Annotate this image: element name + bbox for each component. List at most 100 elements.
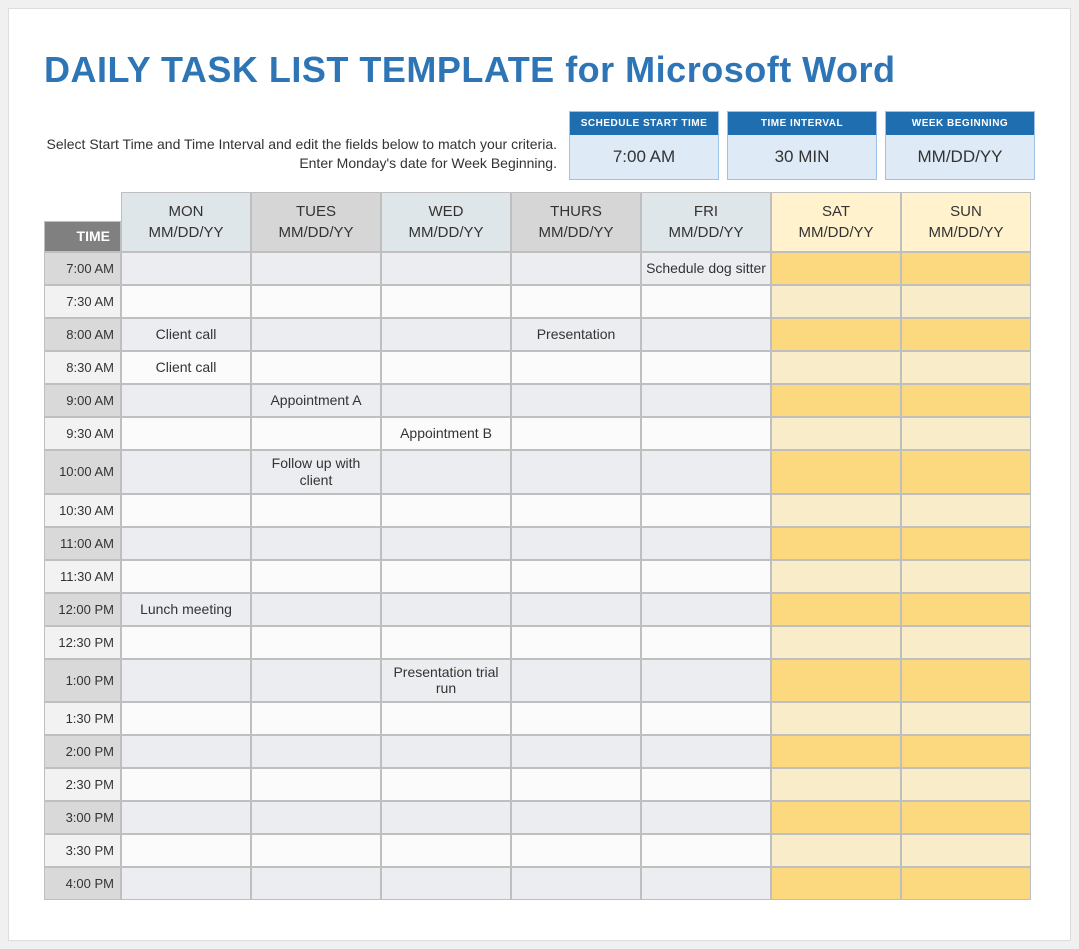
schedule-cell[interactable] bbox=[641, 834, 771, 867]
schedule-cell[interactable] bbox=[641, 626, 771, 659]
schedule-cell[interactable] bbox=[771, 659, 901, 703]
schedule-cell[interactable] bbox=[771, 626, 901, 659]
schedule-cell[interactable] bbox=[251, 351, 381, 384]
schedule-cell[interactable] bbox=[511, 801, 641, 834]
schedule-cell[interactable] bbox=[901, 417, 1031, 450]
schedule-cell[interactable]: Lunch meeting bbox=[121, 593, 251, 626]
schedule-cell[interactable] bbox=[901, 626, 1031, 659]
schedule-cell[interactable] bbox=[511, 252, 641, 285]
schedule-cell[interactable] bbox=[511, 285, 641, 318]
schedule-cell[interactable] bbox=[901, 351, 1031, 384]
schedule-cell[interactable] bbox=[641, 867, 771, 900]
day-header-wed[interactable]: WEDMM/DD/YY bbox=[381, 192, 511, 252]
schedule-cell[interactable]: Presentation trial run bbox=[381, 659, 511, 703]
schedule-cell[interactable] bbox=[381, 285, 511, 318]
schedule-cell[interactable] bbox=[121, 417, 251, 450]
schedule-cell[interactable] bbox=[381, 450, 511, 494]
schedule-cell[interactable] bbox=[251, 801, 381, 834]
schedule-cell[interactable] bbox=[641, 801, 771, 834]
schedule-cell[interactable] bbox=[511, 494, 641, 527]
schedule-cell[interactable]: Follow up with client bbox=[251, 450, 381, 494]
schedule-cell[interactable] bbox=[251, 560, 381, 593]
schedule-cell[interactable]: Presentation bbox=[511, 318, 641, 351]
schedule-cell[interactable] bbox=[511, 768, 641, 801]
schedule-cell[interactable] bbox=[901, 450, 1031, 494]
schedule-cell[interactable] bbox=[771, 593, 901, 626]
schedule-cell[interactable] bbox=[641, 285, 771, 318]
schedule-cell[interactable] bbox=[901, 834, 1031, 867]
schedule-cell[interactable] bbox=[641, 659, 771, 703]
schedule-cell[interactable] bbox=[901, 494, 1031, 527]
schedule-cell[interactable] bbox=[121, 494, 251, 527]
schedule-cell[interactable] bbox=[641, 527, 771, 560]
schedule-cell[interactable] bbox=[381, 318, 511, 351]
day-header-fri[interactable]: FRIMM/DD/YY bbox=[641, 192, 771, 252]
schedule-cell[interactable] bbox=[511, 384, 641, 417]
schedule-cell[interactable] bbox=[901, 285, 1031, 318]
schedule-cell[interactable] bbox=[771, 527, 901, 560]
schedule-cell[interactable]: Client call bbox=[121, 318, 251, 351]
schedule-cell[interactable] bbox=[251, 768, 381, 801]
schedule-cell[interactable]: Appointment A bbox=[251, 384, 381, 417]
schedule-cell[interactable] bbox=[381, 527, 511, 560]
schedule-cell[interactable] bbox=[641, 735, 771, 768]
schedule-cell[interactable] bbox=[381, 351, 511, 384]
schedule-cell[interactable] bbox=[511, 702, 641, 735]
param-value[interactable]: 7:00 AM bbox=[570, 135, 718, 179]
schedule-cell[interactable] bbox=[641, 768, 771, 801]
schedule-cell[interactable] bbox=[901, 560, 1031, 593]
schedule-cell[interactable] bbox=[901, 252, 1031, 285]
schedule-cell[interactable] bbox=[771, 351, 901, 384]
schedule-cell[interactable] bbox=[641, 593, 771, 626]
param-value[interactable]: MM/DD/YY bbox=[886, 135, 1034, 179]
schedule-cell[interactable] bbox=[771, 318, 901, 351]
schedule-cell[interactable] bbox=[511, 593, 641, 626]
schedule-cell[interactable] bbox=[901, 801, 1031, 834]
day-header-thurs[interactable]: THURSMM/DD/YY bbox=[511, 192, 641, 252]
schedule-cell[interactable] bbox=[641, 351, 771, 384]
schedule-cell[interactable] bbox=[121, 285, 251, 318]
schedule-cell[interactable] bbox=[251, 626, 381, 659]
schedule-cell[interactable] bbox=[901, 527, 1031, 560]
schedule-cell[interactable] bbox=[251, 834, 381, 867]
schedule-cell[interactable] bbox=[121, 384, 251, 417]
schedule-cell[interactable] bbox=[641, 560, 771, 593]
schedule-cell[interactable] bbox=[771, 801, 901, 834]
schedule-cell[interactable] bbox=[381, 768, 511, 801]
schedule-cell[interactable] bbox=[901, 867, 1031, 900]
schedule-cell[interactable] bbox=[901, 593, 1031, 626]
schedule-cell[interactable] bbox=[901, 768, 1031, 801]
schedule-cell[interactable] bbox=[511, 834, 641, 867]
schedule-cell[interactable] bbox=[251, 417, 381, 450]
schedule-cell[interactable]: Schedule dog sitter bbox=[641, 252, 771, 285]
schedule-cell[interactable] bbox=[901, 384, 1031, 417]
schedule-cell[interactable] bbox=[771, 834, 901, 867]
schedule-cell[interactable] bbox=[381, 252, 511, 285]
schedule-cell[interactable] bbox=[901, 659, 1031, 703]
schedule-cell[interactable] bbox=[121, 560, 251, 593]
schedule-cell[interactable] bbox=[511, 450, 641, 494]
schedule-cell[interactable] bbox=[511, 560, 641, 593]
schedule-cell[interactable] bbox=[771, 560, 901, 593]
schedule-cell[interactable] bbox=[901, 318, 1031, 351]
schedule-cell[interactable] bbox=[121, 801, 251, 834]
day-header-mon[interactable]: MONMM/DD/YY bbox=[121, 192, 251, 252]
schedule-cell[interactable] bbox=[771, 417, 901, 450]
schedule-cell[interactable] bbox=[121, 768, 251, 801]
schedule-cell[interactable] bbox=[901, 735, 1031, 768]
schedule-cell[interactable] bbox=[641, 384, 771, 417]
schedule-cell[interactable] bbox=[511, 626, 641, 659]
schedule-cell[interactable] bbox=[251, 593, 381, 626]
schedule-cell[interactable] bbox=[381, 801, 511, 834]
schedule-cell[interactable] bbox=[251, 527, 381, 560]
schedule-cell[interactable] bbox=[121, 702, 251, 735]
schedule-cell[interactable] bbox=[121, 626, 251, 659]
schedule-cell[interactable] bbox=[901, 702, 1031, 735]
param-time-interval[interactable]: TIME INTERVAL 30 MIN bbox=[727, 111, 877, 180]
schedule-cell[interactable] bbox=[121, 834, 251, 867]
schedule-cell[interactable] bbox=[251, 867, 381, 900]
day-header-sun[interactable]: SUNMM/DD/YY bbox=[901, 192, 1031, 252]
schedule-cell[interactable] bbox=[511, 735, 641, 768]
schedule-cell[interactable] bbox=[511, 417, 641, 450]
schedule-cell[interactable] bbox=[381, 593, 511, 626]
